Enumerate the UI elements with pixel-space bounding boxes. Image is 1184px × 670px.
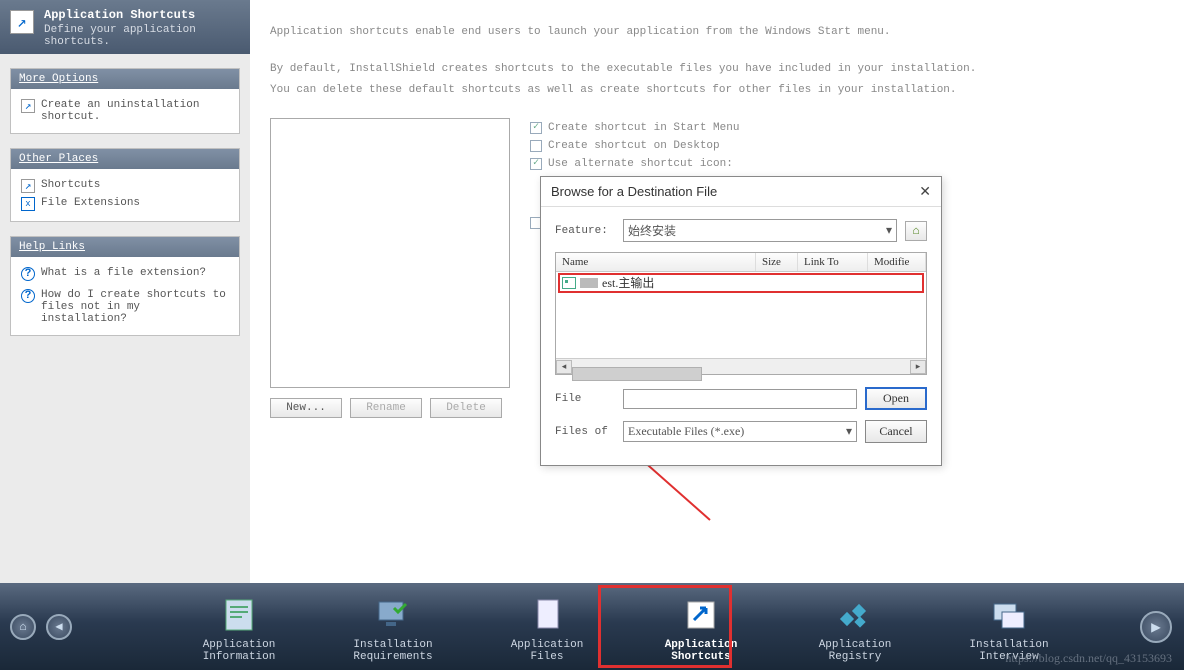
scroll-thumb[interactable] bbox=[572, 367, 702, 381]
nav-app-info[interactable]: Application Information bbox=[162, 591, 316, 663]
monitor-check-icon bbox=[374, 597, 412, 633]
help-file-extension[interactable]: ? What is a file extension? bbox=[21, 265, 229, 283]
other-places-panel: Other Places ↗ Shortcuts x File Extensio… bbox=[10, 148, 240, 222]
filesof-label: Files of bbox=[555, 426, 615, 438]
nav-app-shortcuts[interactable]: Application Shortcuts bbox=[624, 591, 778, 663]
dialog-titlebar: Browse for a Destination File ✕ bbox=[541, 177, 941, 207]
panel-header: More Options bbox=[11, 69, 239, 89]
shortcuts-link[interactable]: ↗ Shortcuts bbox=[21, 177, 229, 195]
file-extensions-link[interactable]: x File Extensions bbox=[21, 195, 229, 213]
shortcut-arrow-icon: ↗ bbox=[21, 179, 35, 193]
rename-button[interactable]: Rename bbox=[350, 398, 422, 418]
create-uninstall-shortcut[interactable]: ↗ Create an uninstallation shortcut. bbox=[21, 97, 229, 125]
delete-button[interactable]: Delete bbox=[430, 398, 502, 418]
shortcut-arrow-icon: ↗ bbox=[10, 10, 34, 34]
shortcut-arrow-icon: ↗ bbox=[21, 99, 35, 113]
panel-header: Help Links bbox=[11, 237, 239, 257]
cancel-button[interactable]: Cancel bbox=[865, 420, 927, 443]
dialog-windows-icon bbox=[990, 597, 1028, 633]
page-subtitle: Define your application shortcuts. bbox=[44, 24, 238, 48]
scroll-right-icon[interactable]: ▸ bbox=[910, 360, 926, 374]
filesof-select[interactable]: Executable Files (*.exe) ▾ bbox=[623, 421, 857, 442]
file-grid: Name Size Link To Modifie est.主输出 ◂ ▸ bbox=[555, 252, 927, 375]
browse-dialog: Browse for a Destination File ✕ Feature:… bbox=[540, 176, 942, 466]
file-ext-icon: x bbox=[21, 197, 35, 211]
col-name[interactable]: Name bbox=[556, 253, 756, 271]
annotation-highlight bbox=[558, 273, 924, 293]
horizontal-scrollbar[interactable]: ◂ ▸ bbox=[556, 358, 926, 374]
open-button[interactable]: Open bbox=[865, 387, 927, 410]
document-icon bbox=[528, 597, 566, 633]
file-icon bbox=[562, 277, 576, 289]
help-icon: ? bbox=[21, 289, 35, 303]
help-create-shortcuts[interactable]: ? How do I create shortcuts to files not… bbox=[21, 287, 229, 327]
col-linkto[interactable]: Link To bbox=[798, 253, 868, 271]
col-modified[interactable]: Modifie bbox=[868, 253, 926, 271]
chevron-down-icon: ▾ bbox=[846, 424, 852, 439]
chk-alt-icon[interactable]: Use alternate shortcut icon: bbox=[530, 158, 1164, 170]
chk-desktop[interactable]: Create shortcut on Desktop bbox=[530, 140, 1164, 152]
cubes-icon bbox=[836, 597, 874, 633]
next-button[interactable]: ▶ bbox=[1140, 611, 1172, 643]
checkbox-icon bbox=[530, 140, 542, 152]
intro-text: Application shortcuts enable end users t… bbox=[270, 24, 1164, 98]
nav-install-req[interactable]: Installation Requirements bbox=[316, 591, 470, 663]
browse-folder-button[interactable]: ⌂ bbox=[905, 221, 927, 241]
shortcut-listbox[interactable] bbox=[270, 118, 510, 388]
left-panel: ↗ Application Shortcuts Define your appl… bbox=[0, 0, 250, 583]
shortcut-arrow-icon bbox=[682, 597, 720, 633]
page-title: Application Shortcuts bbox=[44, 8, 238, 22]
back-button[interactable]: ◀ bbox=[46, 614, 72, 640]
more-options-panel: More Options ↗ Create an uninstallation … bbox=[10, 68, 240, 134]
file-input[interactable] bbox=[623, 389, 857, 409]
nav-app-files[interactable]: Application Files bbox=[470, 591, 624, 663]
feature-label: Feature: bbox=[555, 225, 615, 237]
chevron-down-icon: ▾ bbox=[886, 223, 892, 238]
file-label: File bbox=[555, 393, 615, 405]
help-icon: ? bbox=[21, 267, 35, 281]
checkbox-icon bbox=[530, 158, 542, 170]
close-icon[interactable]: ✕ bbox=[919, 183, 931, 200]
folder-icon: ⌂ bbox=[912, 224, 919, 238]
bottom-nav: ⌂ ◀ Application Information Installation… bbox=[0, 583, 1184, 670]
chk-start-menu[interactable]: Create shortcut in Start Menu bbox=[530, 122, 1164, 134]
col-size[interactable]: Size bbox=[756, 253, 798, 271]
feature-select[interactable]: 始终安装 ▾ bbox=[623, 219, 897, 242]
scroll-left-icon[interactable]: ◂ bbox=[556, 360, 572, 374]
notepad-icon bbox=[220, 597, 258, 633]
page-header: ↗ Application Shortcuts Define your appl… bbox=[0, 0, 250, 54]
home-button[interactable]: ⌂ bbox=[10, 614, 36, 640]
help-links-panel: Help Links ? What is a file extension? ?… bbox=[10, 236, 240, 336]
checkbox-icon bbox=[530, 122, 542, 134]
nav-app-registry[interactable]: Application Registry bbox=[778, 591, 932, 663]
new-button[interactable]: New... bbox=[270, 398, 342, 418]
panel-header: Other Places bbox=[11, 149, 239, 169]
watermark-text: https://blog.csdn.net/qq_43153693 bbox=[1005, 651, 1172, 666]
